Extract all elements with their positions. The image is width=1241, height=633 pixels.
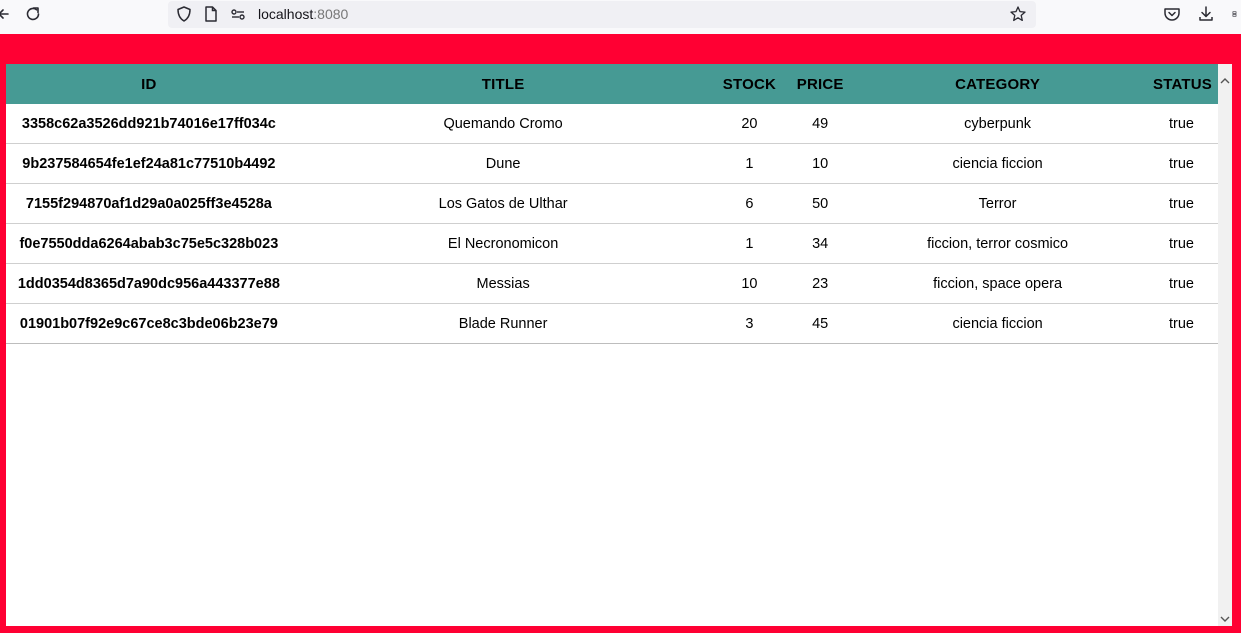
cell-title: Dune (291, 143, 715, 184)
url-bar[interactable]: localhost:8080 (168, 1, 1036, 28)
table-row: 3358c62a3526dd921b74016e17ff034c Quemand… (6, 104, 1218, 144)
download-icon[interactable] (1196, 4, 1216, 24)
header-status: STATUS (1139, 64, 1218, 104)
cell-category: ciencia ficcion (856, 143, 1140, 184)
browser-toolbar: localhost:8080 (0, 0, 1241, 34)
cell-status: true (1139, 223, 1218, 264)
cell-title: Los Gatos de Ulthar (291, 183, 715, 224)
header-category: CATEGORY (856, 64, 1140, 104)
cell-category: ciencia ficcion (856, 303, 1140, 344)
cell-category: ficcion, terror cosmico (856, 223, 1140, 264)
cell-id: 3358c62a3526dd921b74016e17ff034c (6, 104, 292, 144)
cell-id: 7155f294870af1d29a0a025ff3e4528a (6, 183, 292, 224)
table-row: 7155f294870af1d29a0a025ff3e4528a Los Gat… (6, 183, 1218, 224)
cell-status: true (1139, 104, 1218, 144)
cell-status: true (1139, 303, 1218, 344)
cell-price: 10 (784, 143, 857, 184)
cell-category: ficcion, space opera (856, 263, 1140, 304)
cell-stock: 3 (714, 303, 785, 344)
cell-title: El Necronomicon (291, 223, 715, 264)
cell-id: 01901b07f92e9c67ce8c3bde06b23e79 (6, 303, 292, 344)
url-host: localhost (258, 6, 314, 22)
cell-price: 49 (784, 104, 857, 144)
cell-stock: 6 (714, 183, 785, 224)
cell-price: 34 (784, 223, 857, 264)
cell-status: true (1139, 263, 1218, 304)
shield-icon[interactable] (175, 5, 193, 23)
header-title: TITLE (291, 64, 715, 104)
cell-price: 45 (784, 303, 857, 344)
table-header-row: ID TITLE STOCK PRICE CATEGORY STATUS (6, 64, 1218, 104)
url-port: :8080 (313, 6, 349, 22)
table-row: f0e7550dda6264abab3c75e5c328b023 El Necr… (6, 223, 1218, 264)
cell-stock: 10 (714, 263, 785, 304)
url-text[interactable]: localhost:8080 (258, 6, 348, 22)
page-icon[interactable] (202, 5, 220, 23)
cell-id: 1dd0354d8365d7a90dc956a443377e88 (6, 263, 292, 304)
cell-title: Blade Runner (291, 303, 715, 344)
header-stock: STOCK (714, 64, 785, 104)
books-panel: ID TITLE STOCK PRICE CATEGORY STATUS 335… (6, 64, 1232, 626)
page-background: ID TITLE STOCK PRICE CATEGORY STATUS 335… (0, 34, 1241, 633)
permissions-icon[interactable] (229, 5, 247, 23)
cell-category: Terror (856, 183, 1140, 224)
vertical-scrollbar[interactable] (1218, 64, 1232, 626)
table-row: 01901b07f92e9c67ce8c3bde06b23e79 Blade R… (6, 303, 1218, 344)
cell-price: 50 (784, 183, 857, 224)
header-id: ID (6, 64, 292, 104)
cell-title: Messias (291, 263, 715, 304)
cell-category: cyberpunk (856, 104, 1140, 144)
cell-title: Quemando Cromo (291, 104, 715, 144)
cell-stock: 20 (714, 104, 785, 144)
back-icon[interactable] (0, 4, 14, 24)
table-row: 9b237584654fe1ef24a81c77510b4492 Dune 1 … (6, 143, 1218, 184)
cell-status: true (1139, 143, 1218, 184)
cell-price: 23 (784, 263, 857, 304)
cell-stock: 1 (714, 143, 785, 184)
books-table: ID TITLE STOCK PRICE CATEGORY STATUS 335… (6, 64, 1218, 344)
table-row: 1dd0354d8365d7a90dc956a443377e88 Messias… (6, 263, 1218, 304)
extensions-icon[interactable] (1232, 4, 1241, 24)
cell-id: f0e7550dda6264abab3c75e5c328b023 (6, 223, 292, 264)
cell-status: true (1139, 183, 1218, 224)
header-price: PRICE (784, 64, 857, 104)
chevron-up-icon[interactable] (1220, 72, 1230, 84)
cell-stock: 1 (714, 223, 785, 264)
bookmark-star-icon[interactable] (1009, 5, 1027, 23)
cell-id: 9b237584654fe1ef24a81c77510b4492 (6, 143, 292, 184)
pocket-icon[interactable] (1162, 4, 1182, 24)
reload-icon[interactable] (23, 4, 43, 24)
chevron-down-icon[interactable] (1220, 610, 1230, 622)
